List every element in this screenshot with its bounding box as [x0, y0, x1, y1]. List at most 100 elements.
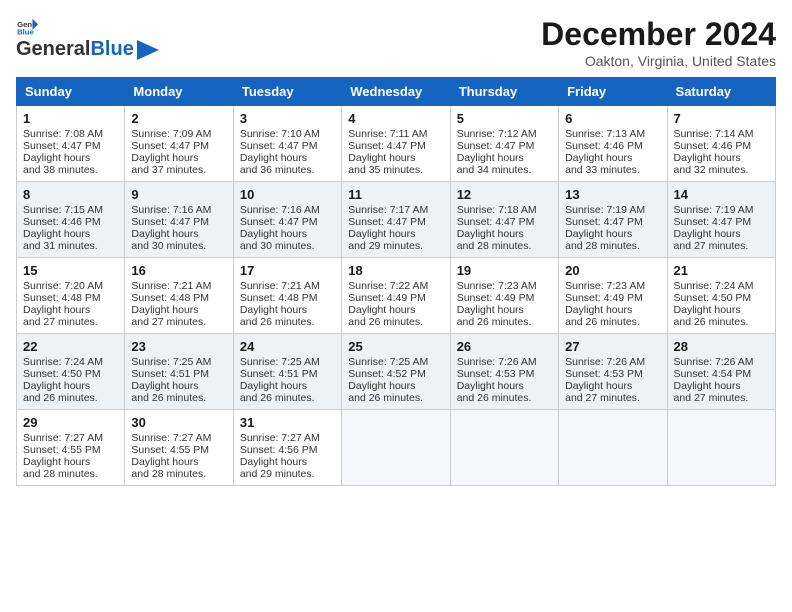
sunset-text: Sunset: 4:47 PM — [457, 216, 552, 228]
logo-icon: Gen Blue — [16, 16, 38, 38]
day-number: 23 — [131, 339, 226, 354]
daylight-label: Daylight hours — [348, 304, 443, 316]
calendar-day-cell: 1Sunrise: 7:08 AMSunset: 4:47 PMDaylight… — [17, 106, 125, 182]
day-number: 19 — [457, 263, 552, 278]
daylight-label: Daylight hours — [565, 152, 660, 164]
calendar-day-cell: 24Sunrise: 7:25 AMSunset: 4:51 PMDayligh… — [233, 334, 341, 410]
day-number: 8 — [23, 187, 118, 202]
calendar-day-cell: 31Sunrise: 7:27 AMSunset: 4:56 PMDayligh… — [233, 410, 341, 486]
calendar-day-cell: 20Sunrise: 7:23 AMSunset: 4:49 PMDayligh… — [559, 258, 667, 334]
sunset-text: Sunset: 4:56 PM — [240, 444, 335, 456]
day-number: 24 — [240, 339, 335, 354]
sunrise-text: Sunrise: 7:25 AM — [348, 356, 443, 368]
calendar-header-row: SundayMondayTuesdayWednesdayThursdayFrid… — [17, 78, 776, 106]
day-number: 2 — [131, 111, 226, 126]
calendar-day-cell: 18Sunrise: 7:22 AMSunset: 4:49 PMDayligh… — [342, 258, 450, 334]
sunset-text: Sunset: 4:55 PM — [23, 444, 118, 456]
day-number: 22 — [23, 339, 118, 354]
day-number: 16 — [131, 263, 226, 278]
daylight-label: Daylight hours — [131, 152, 226, 164]
day-number: 30 — [131, 415, 226, 430]
calendar-week-row: 8Sunrise: 7:15 AMSunset: 4:46 PMDaylight… — [17, 182, 776, 258]
daylight-label: Daylight hours — [131, 228, 226, 240]
daylight-label: Daylight hours — [565, 228, 660, 240]
calendar-day-cell: 4Sunrise: 7:11 AMSunset: 4:47 PMDaylight… — [342, 106, 450, 182]
sunrise-text: Sunrise: 7:22 AM — [348, 280, 443, 292]
daylight-label: Daylight hours — [674, 380, 769, 392]
sunrise-text: Sunrise: 7:21 AM — [131, 280, 226, 292]
calendar-week-row: 1Sunrise: 7:08 AMSunset: 4:47 PMDaylight… — [17, 106, 776, 182]
calendar-day-cell: 11Sunrise: 7:17 AMSunset: 4:47 PMDayligh… — [342, 182, 450, 258]
sunset-text: Sunset: 4:47 PM — [131, 216, 226, 228]
calendar-day-cell — [342, 410, 450, 486]
calendar-week-row: 29Sunrise: 7:27 AMSunset: 4:55 PMDayligh… — [17, 410, 776, 486]
daylight-minutes: and 34 minutes. — [457, 164, 552, 176]
daylight-minutes: and 26 minutes. — [457, 316, 552, 328]
sunset-text: Sunset: 4:49 PM — [565, 292, 660, 304]
calendar-header-monday: Monday — [125, 78, 233, 106]
daylight-minutes: and 26 minutes. — [457, 392, 552, 404]
daylight-minutes: and 31 minutes. — [23, 240, 118, 252]
calendar-day-cell: 25Sunrise: 7:25 AMSunset: 4:52 PMDayligh… — [342, 334, 450, 410]
calendar-week-row: 22Sunrise: 7:24 AMSunset: 4:50 PMDayligh… — [17, 334, 776, 410]
daylight-minutes: and 26 minutes. — [131, 392, 226, 404]
month-title: December 2024 — [541, 16, 776, 53]
calendar-day-cell: 27Sunrise: 7:26 AMSunset: 4:53 PMDayligh… — [559, 334, 667, 410]
daylight-minutes: and 26 minutes. — [240, 392, 335, 404]
daylight-minutes: and 26 minutes. — [348, 316, 443, 328]
daylight-label: Daylight hours — [240, 456, 335, 468]
daylight-label: Daylight hours — [565, 380, 660, 392]
calendar-day-cell: 13Sunrise: 7:19 AMSunset: 4:47 PMDayligh… — [559, 182, 667, 258]
daylight-label: Daylight hours — [131, 456, 226, 468]
day-number: 15 — [23, 263, 118, 278]
calendar-day-cell: 19Sunrise: 7:23 AMSunset: 4:49 PMDayligh… — [450, 258, 558, 334]
day-number: 31 — [240, 415, 335, 430]
daylight-minutes: and 30 minutes. — [131, 240, 226, 252]
calendar-day-cell: 21Sunrise: 7:24 AMSunset: 4:50 PMDayligh… — [667, 258, 775, 334]
daylight-label: Daylight hours — [674, 228, 769, 240]
daylight-minutes: and 38 minutes. — [23, 164, 118, 176]
sunset-text: Sunset: 4:48 PM — [23, 292, 118, 304]
sunrise-text: Sunrise: 7:10 AM — [240, 128, 335, 140]
sunrise-text: Sunrise: 7:23 AM — [565, 280, 660, 292]
sunrise-text: Sunrise: 7:18 AM — [457, 204, 552, 216]
sunset-text: Sunset: 4:49 PM — [457, 292, 552, 304]
calendar-table: SundayMondayTuesdayWednesdayThursdayFrid… — [16, 77, 776, 486]
logo: Gen Blue General Blue — [16, 16, 159, 61]
calendar-header-tuesday: Tuesday — [233, 78, 341, 106]
daylight-label: Daylight hours — [457, 304, 552, 316]
sunset-text: Sunset: 4:47 PM — [23, 140, 118, 152]
daylight-label: Daylight hours — [240, 228, 335, 240]
title-block: December 2024 Oakton, Virginia, United S… — [541, 16, 776, 69]
day-number: 1 — [23, 111, 118, 126]
calendar-day-cell: 10Sunrise: 7:16 AMSunset: 4:47 PMDayligh… — [233, 182, 341, 258]
sunrise-text: Sunrise: 7:26 AM — [674, 356, 769, 368]
daylight-minutes: and 27 minutes. — [131, 316, 226, 328]
daylight-label: Daylight hours — [674, 152, 769, 164]
sunrise-text: Sunrise: 7:21 AM — [240, 280, 335, 292]
daylight-label: Daylight hours — [23, 228, 118, 240]
calendar-day-cell: 26Sunrise: 7:26 AMSunset: 4:53 PMDayligh… — [450, 334, 558, 410]
sunset-text: Sunset: 4:52 PM — [348, 368, 443, 380]
svg-text:Blue: Blue — [17, 28, 34, 37]
calendar-header-friday: Friday — [559, 78, 667, 106]
daylight-minutes: and 35 minutes. — [348, 164, 443, 176]
sunrise-text: Sunrise: 7:25 AM — [131, 356, 226, 368]
sunset-text: Sunset: 4:47 PM — [348, 140, 443, 152]
sunset-text: Sunset: 4:47 PM — [565, 216, 660, 228]
logo-blue-text: Blue — [90, 38, 133, 61]
sunset-text: Sunset: 4:51 PM — [131, 368, 226, 380]
calendar-day-cell: 6Sunrise: 7:13 AMSunset: 4:46 PMDaylight… — [559, 106, 667, 182]
calendar-day-cell: 9Sunrise: 7:16 AMSunset: 4:47 PMDaylight… — [125, 182, 233, 258]
sunrise-text: Sunrise: 7:09 AM — [131, 128, 226, 140]
daylight-label: Daylight hours — [565, 304, 660, 316]
sunrise-text: Sunrise: 7:08 AM — [23, 128, 118, 140]
calendar-day-cell: 3Sunrise: 7:10 AMSunset: 4:47 PMDaylight… — [233, 106, 341, 182]
daylight-label: Daylight hours — [23, 456, 118, 468]
sunset-text: Sunset: 4:46 PM — [565, 140, 660, 152]
sunset-text: Sunset: 4:46 PM — [23, 216, 118, 228]
daylight-minutes: and 29 minutes. — [348, 240, 443, 252]
daylight-minutes: and 26 minutes. — [240, 316, 335, 328]
sunrise-text: Sunrise: 7:24 AM — [23, 356, 118, 368]
day-number: 21 — [674, 263, 769, 278]
